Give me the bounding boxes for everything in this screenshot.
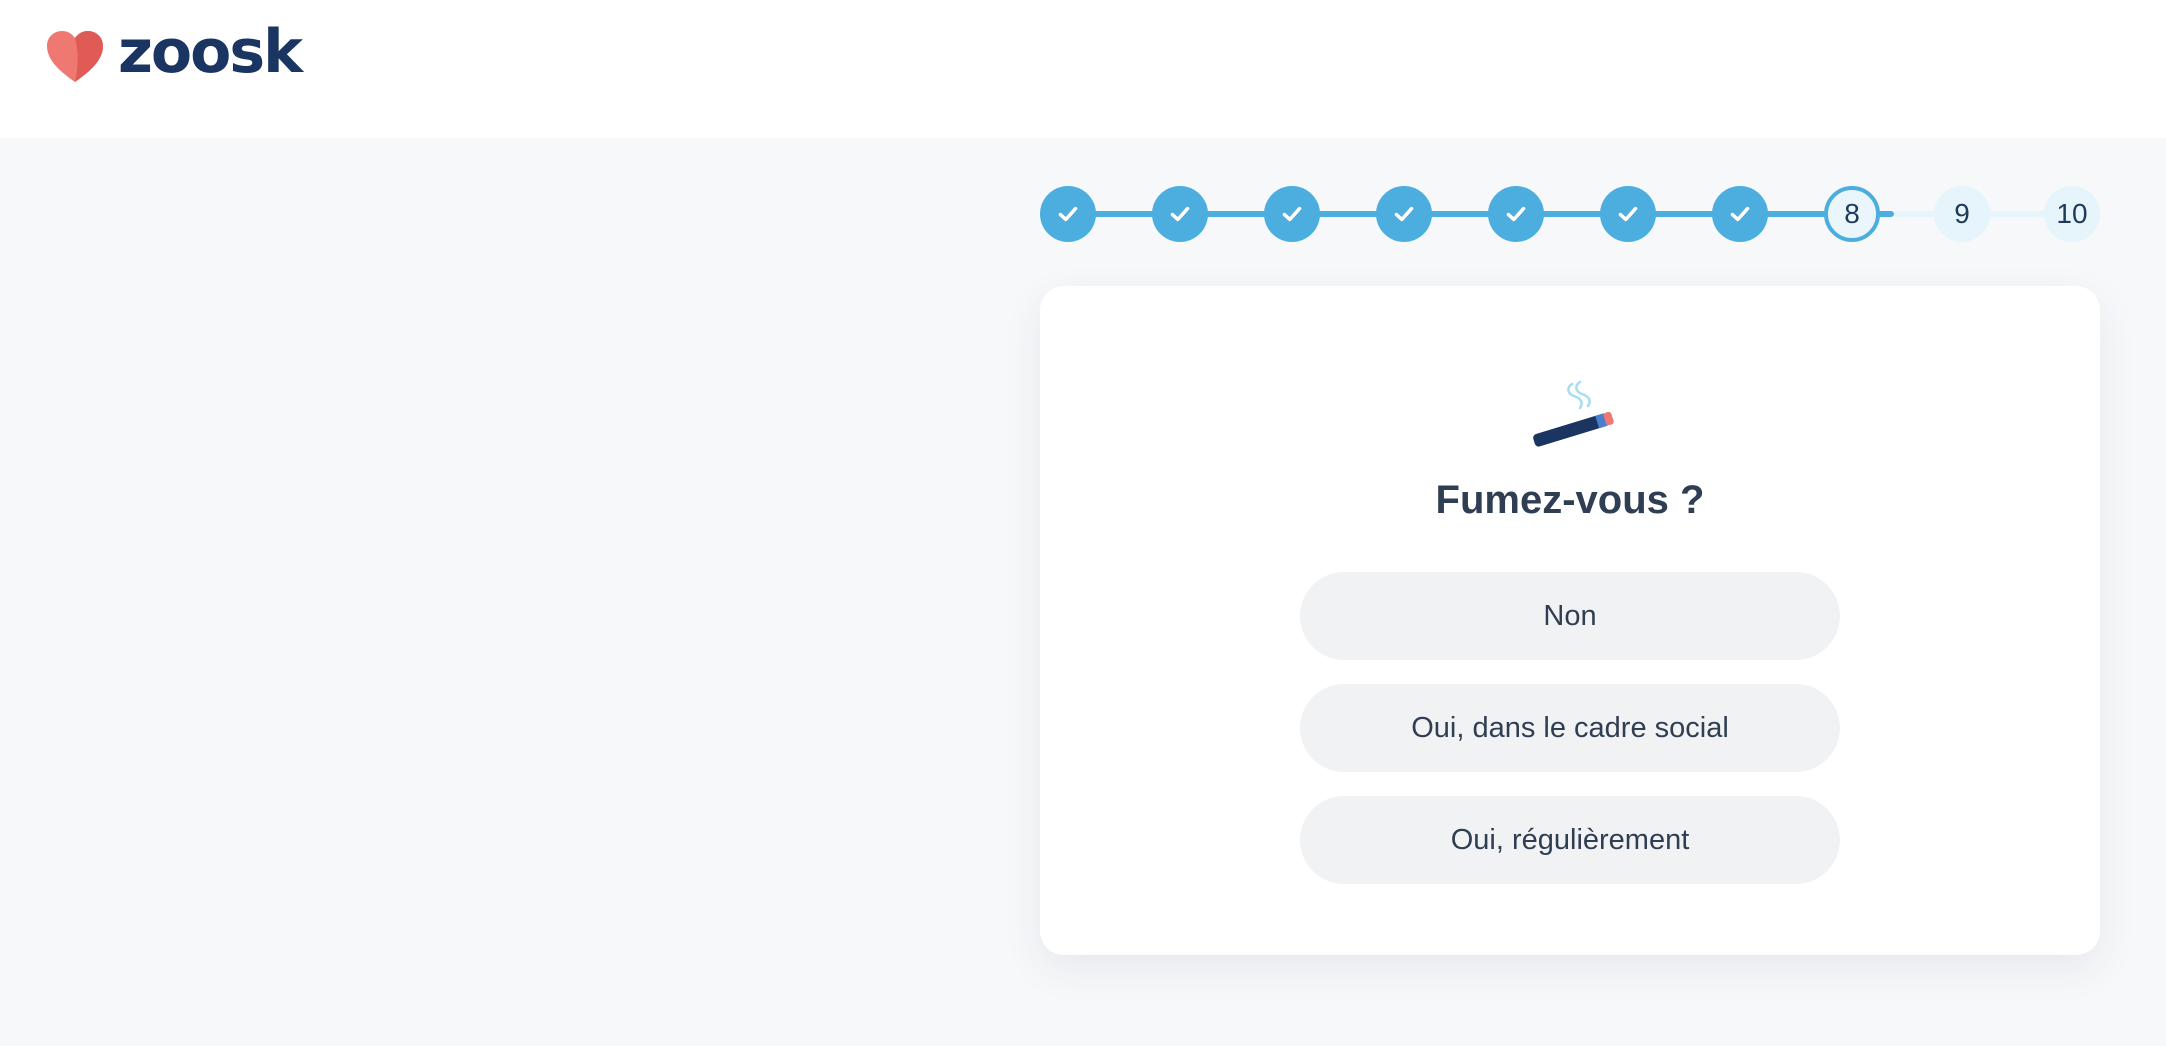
check-icon — [1506, 206, 1526, 222]
step-9: 9 — [1934, 186, 1990, 242]
heart-logo-icon — [47, 31, 103, 82]
option-oui-regulierement[interactable]: Oui, régulièrement — [1300, 796, 1840, 884]
question-title: Fumez-vous ? — [1435, 478, 1705, 522]
top-header: zoosk — [0, 0, 2166, 138]
option-non[interactable]: Non — [1300, 572, 1840, 660]
step-7 — [1712, 186, 1768, 242]
cigarette-icon — [1533, 380, 1614, 447]
zoosk-logo[interactable]: zoosk — [44, 22, 303, 86]
question-card: Fumez-vous ? Non Oui, dans le cadre soci… — [1040, 286, 2100, 955]
check-icon — [1394, 206, 1414, 222]
check-icon — [1058, 206, 1078, 222]
check-icon — [1170, 206, 1190, 222]
step-5 — [1488, 186, 1544, 242]
check-icon — [1618, 206, 1638, 222]
step-1 — [1040, 186, 1096, 242]
option-oui-social[interactable]: Oui, dans le cadre social — [1300, 684, 1840, 772]
step-2 — [1152, 186, 1208, 242]
check-icon — [1282, 206, 1302, 222]
check-icon — [1730, 206, 1750, 222]
step-4 — [1376, 186, 1432, 242]
step-10: 10 — [2044, 186, 2100, 242]
step-8-current: 8 — [1824, 186, 1880, 242]
step-6 — [1600, 186, 1656, 242]
progress-stepper: 8 9 10 — [1040, 186, 2100, 242]
step-3 — [1264, 186, 1320, 242]
brand-name: zoosk — [118, 17, 303, 87]
